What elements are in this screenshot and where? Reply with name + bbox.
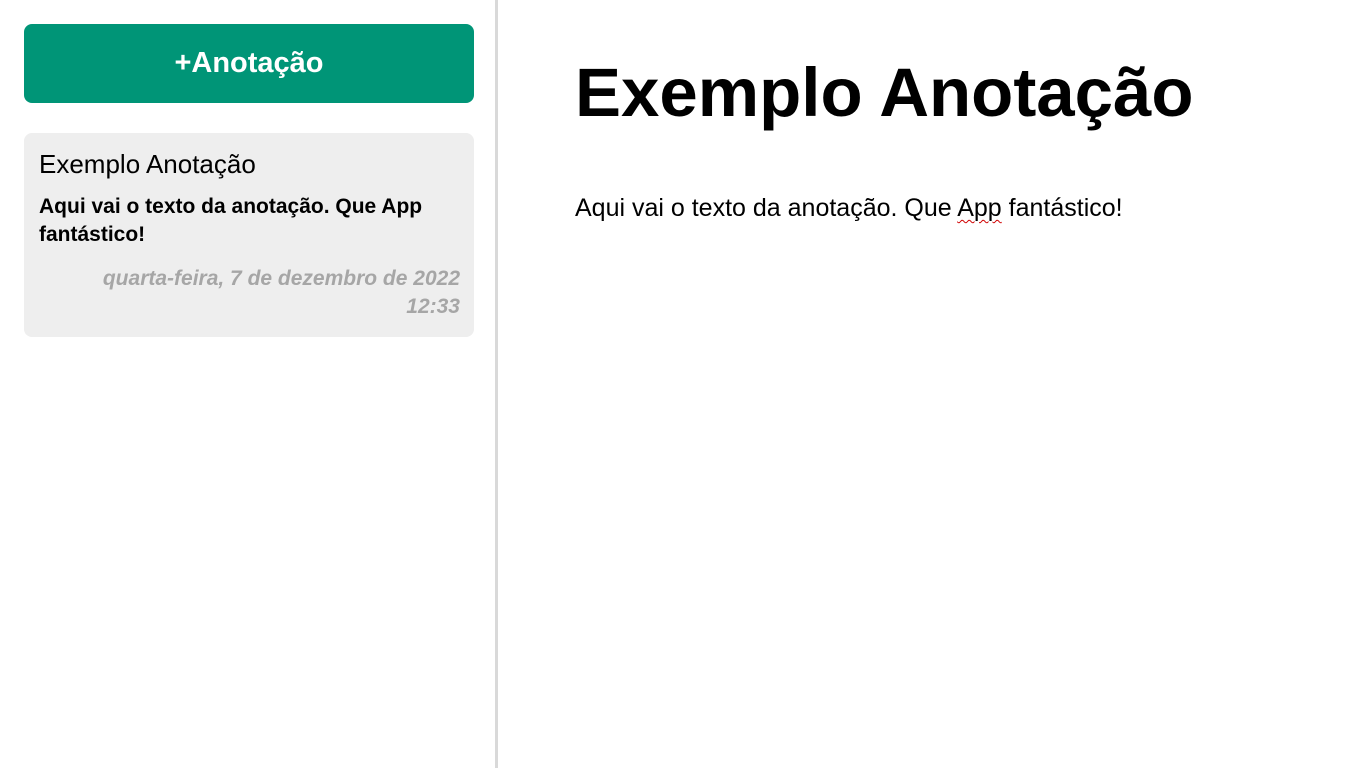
add-note-button[interactable]: +Anotação [24,24,474,103]
note-card-date: quarta-feira, 7 de dezembro de 2022 12:3… [39,265,460,321]
note-card-preview: Aqui vai o texto da anotação. Que App fa… [39,195,423,246]
note-card[interactable]: Exemplo Anotação Aqui vai o texto da ano… [24,133,474,337]
note-list: Exemplo Anotação Aqui vai o texto da ano… [24,133,474,337]
sidebar: +Anotação Exemplo Anotação Aqui vai o te… [0,0,498,768]
note-body-text-start: Aqui vai o texto da anotação. Que [575,194,958,222]
app-root: +Anotação Exemplo Anotação Aqui vai o te… [0,0,1366,768]
note-body[interactable]: Aqui vai o texto da anotação. Que App fa… [575,192,1366,224]
spellcheck-word: App [957,194,1002,222]
note-title[interactable]: Exemplo Anotação [575,50,1366,136]
note-card-date-time: 12:33 [406,295,460,318]
note-body-text-end: fantástico! [1001,194,1123,222]
note-card-date-day: quarta-feira, 7 de dezembro de 2022 [102,267,460,290]
note-editor: Exemplo Anotação Aqui vai o texto da ano… [498,0,1366,768]
note-card-title: Exemplo Anotação [39,149,256,179]
